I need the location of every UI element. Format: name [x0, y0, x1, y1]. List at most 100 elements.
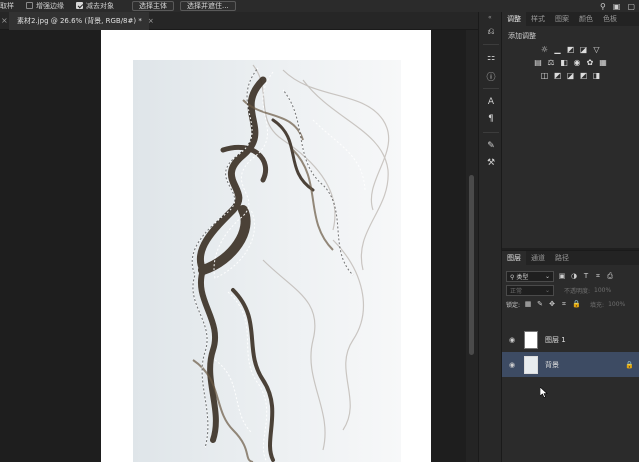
chevron-down-icon: ⌄ — [544, 286, 550, 294]
channel-mixer-icon[interactable]: ✿ — [586, 58, 595, 67]
layer-row[interactable]: ◉ 图层 1 — [502, 327, 639, 352]
history-icon[interactable]: ⎌ — [484, 26, 498, 38]
character-icon[interactable]: A — [484, 96, 498, 108]
filter-smart-icon[interactable]: ⎙ — [606, 272, 614, 281]
layer-filter-select[interactable]: ⚲ 类型 ⌄ — [506, 270, 554, 282]
hue-saturation-icon[interactable]: ▤ — [534, 58, 543, 67]
adjustments-panel: 调整 样式 图案 颜色 色板 添加调整 ☼ ▁ ◩ ◪ ▽ ▤ ⚖ ◧ ◉ ✿ … — [502, 12, 639, 248]
layer-name: 图层 1 — [545, 335, 566, 344]
color-lookup-icon[interactable]: ▦ — [599, 58, 608, 67]
paragraph-icon[interactable]: ¶ — [484, 113, 498, 125]
filter-label: 类型 — [516, 273, 529, 281]
threshold-icon[interactable]: ◪ — [566, 71, 575, 80]
curves-icon[interactable]: ◩ — [566, 45, 575, 54]
enhance-edge-option[interactable]: 增强边缘 — [26, 1, 64, 11]
gradient-map-icon[interactable]: ◨ — [592, 71, 601, 80]
visibility-eye-icon[interactable]: ◉ — [506, 361, 518, 369]
tab-swatches[interactable]: 色板 — [598, 12, 622, 26]
lock-label: 锁定: — [506, 301, 521, 309]
levels-icon[interactable]: ▁ — [553, 45, 562, 54]
filter-type-icon[interactable]: T — [582, 272, 590, 280]
options-bar: 取样 增强边缘 减去对象 选择主体 选择并遮住... ⚲ ▣ ▢ — [0, 0, 639, 12]
tab-adjustments[interactable]: 调整 — [502, 12, 526, 26]
opacity-label: 不透明度: — [564, 287, 591, 295]
tool-presets-icon[interactable]: ⚒ — [484, 157, 498, 169]
layer-lock-icon: 🔒 — [625, 360, 634, 369]
mouse-cursor-icon — [540, 387, 548, 398]
posterize-icon[interactable]: ◩ — [553, 71, 562, 80]
tab-paths[interactable]: 路径 — [550, 251, 574, 265]
tab-channels[interactable]: 通道 — [526, 251, 550, 265]
layer-name: 背景 — [545, 360, 559, 369]
subtract-object-checkbox[interactable] — [76, 2, 83, 9]
filter-pixel-icon[interactable]: ▣ — [558, 272, 566, 280]
black-white-icon[interactable]: ◧ — [560, 58, 569, 67]
canvas-area[interactable] — [0, 30, 466, 462]
tab-layers[interactable]: 图层 — [502, 251, 526, 265]
document-tab[interactable]: 素材2.jpg @ 26.6% (背景, RGB/8#) * × — [9, 12, 154, 30]
adjustments-row-1: ☼ ▁ ◩ ◪ ▽ — [502, 45, 639, 54]
filter-shape-icon[interactable]: ⌗ — [594, 272, 602, 281]
tab-patterns[interactable]: 图案 — [550, 12, 574, 26]
lock-transparency-icon[interactable]: ▦ — [524, 300, 532, 308]
exposure-icon[interactable]: ◪ — [579, 45, 588, 54]
chevron-down-icon: ⌄ — [544, 272, 550, 280]
select-and-mask-button[interactable]: 选择并遮住... — [180, 1, 236, 11]
document-tab-close-icon[interactable]: × — [148, 17, 154, 25]
brush-settings-icon[interactable]: ✎ — [484, 140, 498, 152]
blend-mode-value: 正常 — [510, 287, 523, 295]
layer-thumbnail — [524, 355, 538, 374]
invert-icon[interactable]: ◫ — [540, 71, 549, 80]
opacity-value[interactable]: 100% — [594, 287, 611, 294]
tab-styles[interactable]: 样式 — [526, 12, 550, 26]
toolstrip-divider — [483, 44, 499, 45]
share-icon[interactable]: ▢ — [627, 2, 635, 11]
fill-value[interactable]: 100% — [608, 301, 625, 308]
filter-search-icon: ⚲ — [510, 273, 515, 281]
adjustments-row-3: ◫ ◩ ◪ ◩ ◨ — [502, 71, 639, 80]
adjustments-title: 添加调整 — [508, 32, 536, 40]
filter-adjustment-icon[interactable]: ◑ — [570, 272, 578, 280]
layer-row-selected[interactable]: ◉ 背景 🔒 — [502, 352, 639, 377]
layer-filter-row: ⚲ 类型 ⌄ ▣ ◑ T ⌗ ⎙ — [502, 269, 639, 283]
prev-tab-close-icon[interactable]: × — [1, 16, 8, 25]
document-tab-bar: × 素材2.jpg @ 26.6% (背景, RGB/8#) * × — [0, 12, 478, 30]
smoke-photo — [133, 60, 401, 462]
enhance-edge-label: 增强边缘 — [36, 2, 64, 10]
color-balance-icon[interactable]: ⚖ — [547, 58, 556, 67]
properties-icon[interactable]: ⚏ — [484, 52, 498, 64]
adjustments-tabs: 调整 样式 图案 颜色 色板 — [502, 12, 639, 26]
workspace-icon[interactable]: ▣ — [613, 2, 621, 11]
blend-mode-select[interactable]: 正常 ⌄ — [506, 284, 554, 296]
lock-artboard-icon[interactable]: ⌗ — [560, 300, 568, 309]
selective-color-icon[interactable]: ◩ — [579, 71, 588, 80]
collapse-panels-icon[interactable]: « — [488, 14, 492, 21]
layers-tabs: 图层 通道 路径 — [502, 251, 639, 265]
enhance-edge-checkbox[interactable] — [26, 2, 33, 9]
select-subject-button[interactable]: 选择主体 — [132, 1, 174, 11]
document-tab-title: 素材2.jpg @ 26.6% (背景, RGB/8#) * — [17, 17, 142, 25]
lock-all-icon[interactable]: 🔒 — [572, 300, 581, 308]
scrollbar-thumb[interactable] — [469, 175, 474, 355]
subtract-object-option[interactable]: 减去对象 — [76, 1, 114, 11]
blend-row: 正常 ⌄ 不透明度: 100% — [502, 283, 639, 297]
canvas-vertical-scrollbar[interactable] — [466, 30, 478, 462]
lock-position-icon[interactable]: ✥ — [548, 300, 556, 308]
layer-thumbnail — [524, 330, 538, 349]
lock-row: 锁定: ▦ ✎ ✥ ⌗ 🔒 填充: 100% — [502, 297, 639, 311]
info-icon[interactable]: ⓘ — [484, 70, 498, 83]
brightness-icon[interactable]: ☼ — [540, 45, 549, 54]
lock-pixels-icon[interactable]: ✎ — [536, 300, 544, 308]
subtract-object-label: 减去对象 — [86, 2, 114, 10]
options-right-icons: ⚲ ▣ ▢ — [600, 0, 635, 12]
tab-color[interactable]: 颜色 — [574, 12, 598, 26]
toolstrip-divider — [483, 88, 499, 89]
document-canvas[interactable] — [101, 30, 431, 462]
panel-toolstrip: « ⎌ ⚏ ⓘ A ¶ ✎ ⚒ — [478, 12, 502, 462]
photo-filter-icon[interactable]: ◉ — [573, 58, 582, 67]
sample-label: 取样 — [0, 2, 14, 10]
visibility-eye-icon[interactable]: ◉ — [506, 336, 518, 344]
search-icon[interactable]: ⚲ — [600, 2, 606, 11]
adjustments-row-2: ▤ ⚖ ◧ ◉ ✿ ▦ — [502, 58, 639, 67]
vibrance-icon[interactable]: ▽ — [592, 45, 601, 54]
